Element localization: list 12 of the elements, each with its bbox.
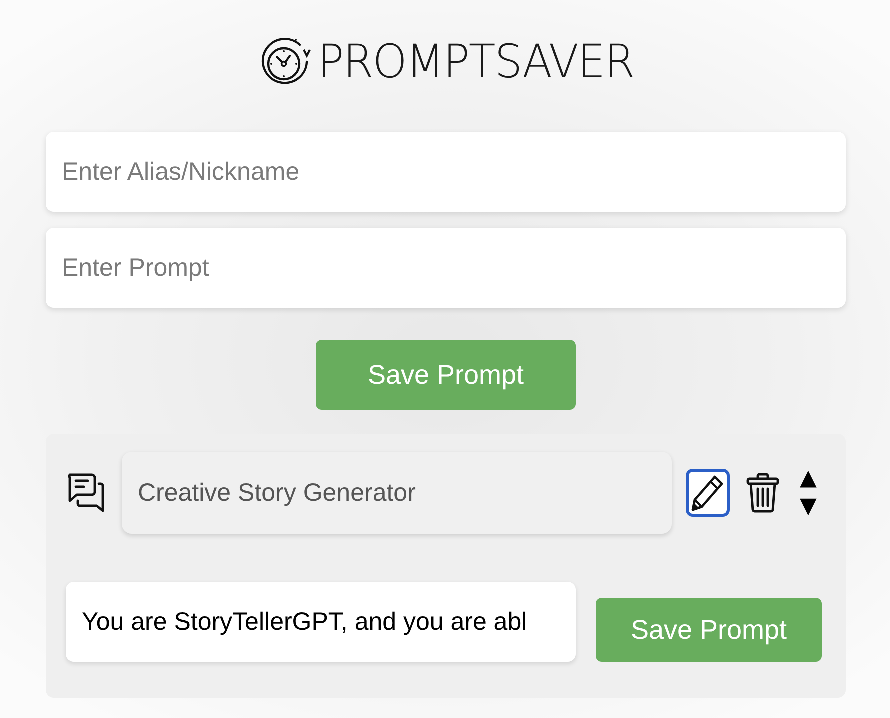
prompt-input-field[interactable]: Enter Prompt	[46, 228, 846, 308]
move-down-button[interactable]: ▼	[800, 495, 817, 519]
chat-bubbles-icon	[66, 473, 106, 513]
alias-input-field[interactable]: Enter Alias/Nickname	[46, 132, 846, 212]
delete-button[interactable]	[746, 473, 780, 513]
alias-field[interactable]: Creative Story Generator	[122, 452, 672, 534]
move-up-button[interactable]: ▲	[800, 467, 817, 491]
trash-icon	[746, 473, 780, 513]
edit-button[interactable]	[686, 469, 730, 517]
logo-wordmark: PROMPTSAVER	[318, 40, 634, 86]
prompt-text-field[interactable]: You are StoryTellerGPT, and you are abl	[66, 582, 576, 662]
pencil-icon	[691, 474, 725, 512]
